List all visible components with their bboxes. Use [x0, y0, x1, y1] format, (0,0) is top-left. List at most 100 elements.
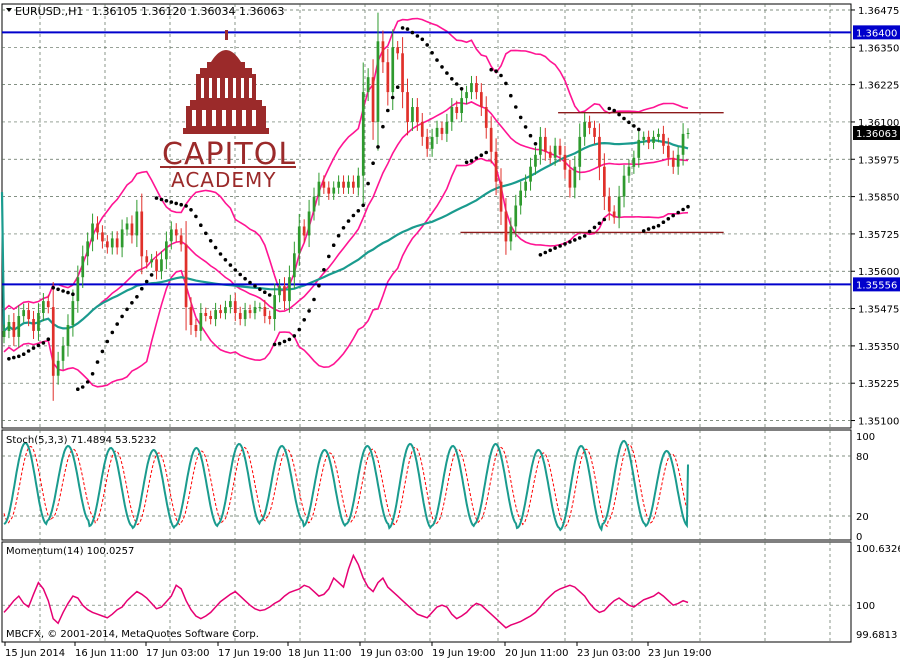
sar-dot	[573, 238, 577, 242]
sar-dot	[317, 283, 321, 288]
sar-dot	[17, 354, 21, 359]
sar-dot	[312, 297, 316, 302]
sar-dot	[174, 201, 178, 206]
stoch-tick-label: 100	[856, 432, 875, 443]
y-tick-label: 1.36225	[858, 81, 899, 92]
candle-body	[529, 166, 532, 182]
sar-dot	[538, 253, 543, 257]
candle-body	[37, 313, 40, 331]
sar-dot	[120, 314, 124, 319]
stoch-tick-label: 80	[856, 452, 869, 463]
candle-body	[534, 154, 537, 167]
sar-dot	[267, 293, 272, 297]
sar-dot	[71, 292, 75, 297]
sar-dot	[499, 73, 503, 78]
candle-body	[199, 313, 203, 331]
candle-body	[657, 133, 660, 137]
candle-body	[440, 127, 444, 134]
candle-body	[563, 154, 567, 170]
sar-dot	[450, 77, 454, 81]
candle-body	[302, 226, 306, 236]
sar-dot	[204, 231, 208, 236]
stoch-title: Stoch(5,3,3) 71.4894 53.5232	[6, 435, 157, 446]
sar-dot	[213, 245, 218, 250]
chart-quote: 1.36105 1.36120 1.36034 1.36063	[92, 5, 284, 18]
sar-dot	[597, 221, 602, 226]
sar-dot	[464, 160, 469, 165]
candle-body	[140, 211, 144, 257]
candle-body	[86, 241, 89, 257]
sar-dot	[159, 197, 164, 202]
sar-dot	[543, 250, 548, 255]
candle-body	[150, 259, 153, 263]
momentum-tick-label: 100	[856, 601, 875, 612]
sar-dot	[7, 357, 11, 361]
candle-body	[184, 244, 188, 308]
candle-body	[671, 157, 675, 167]
sar-dot	[56, 287, 60, 292]
sar-dot	[258, 287, 262, 292]
sar-dot	[484, 150, 489, 155]
sar-dot	[568, 240, 572, 244]
sar-dot	[292, 334, 297, 338]
candle-body	[322, 181, 326, 188]
candle-body	[676, 154, 680, 167]
sar-dot	[144, 279, 149, 284]
candle-body	[189, 307, 193, 325]
candle-body	[539, 136, 542, 155]
sar-dot	[366, 181, 370, 186]
sar-dot	[435, 58, 439, 62]
sar-dot	[390, 95, 395, 100]
candle-body	[681, 133, 685, 155]
sar-dot	[336, 233, 341, 238]
sar-dot	[661, 220, 666, 224]
sar-dot	[356, 209, 361, 213]
sar-dot	[327, 254, 331, 259]
candle-body	[342, 181, 345, 188]
candle-body	[297, 226, 301, 254]
sar-dot	[272, 342, 277, 347]
candle-body	[593, 127, 596, 137]
candle-body	[484, 107, 488, 128]
sar-dot	[445, 71, 449, 75]
sar-dot	[346, 219, 351, 223]
y-tick-label: 1.35225	[858, 379, 899, 390]
candle-body	[583, 121, 586, 137]
candle-body	[76, 277, 80, 302]
candle-body	[524, 181, 527, 191]
candle-body	[288, 277, 291, 302]
candle-body	[120, 229, 124, 248]
stoch-tick-label: 0	[856, 532, 862, 543]
y-tick-label: 1.36350	[858, 43, 899, 54]
x-tick-label: 18 Jun 11:00	[288, 648, 352, 659]
sar-dot	[36, 343, 41, 348]
sar-dot	[577, 236, 582, 240]
sar-dot	[46, 337, 51, 342]
sar-dot	[627, 120, 631, 125]
candle-body	[652, 136, 655, 143]
candle-body	[386, 62, 390, 93]
sar-dot	[135, 295, 139, 299]
sar-dot	[523, 125, 528, 129]
candle-body	[17, 316, 21, 337]
price-label-text: 1.36063	[856, 129, 897, 140]
sar-dot	[440, 65, 444, 69]
sar-dot	[287, 337, 292, 342]
momentum-tick-label: 100.6326	[856, 544, 900, 555]
candle-body	[115, 238, 119, 248]
sar-dot	[395, 85, 400, 89]
candle-body	[268, 316, 272, 319]
sar-dot	[371, 161, 375, 165]
y-tick-label: 1.35600	[858, 267, 899, 278]
x-tick-label: 19 Jun 19:00	[432, 648, 496, 659]
candle-body	[194, 325, 198, 331]
candle-body	[12, 322, 16, 337]
sar-dot	[233, 268, 238, 272]
candle-body	[548, 151, 552, 158]
candle-body	[667, 145, 670, 158]
candle-body	[101, 232, 104, 242]
candle-body	[91, 223, 94, 242]
candle-body	[470, 83, 473, 93]
sar-dot	[95, 360, 100, 364]
candle-body	[312, 196, 316, 212]
